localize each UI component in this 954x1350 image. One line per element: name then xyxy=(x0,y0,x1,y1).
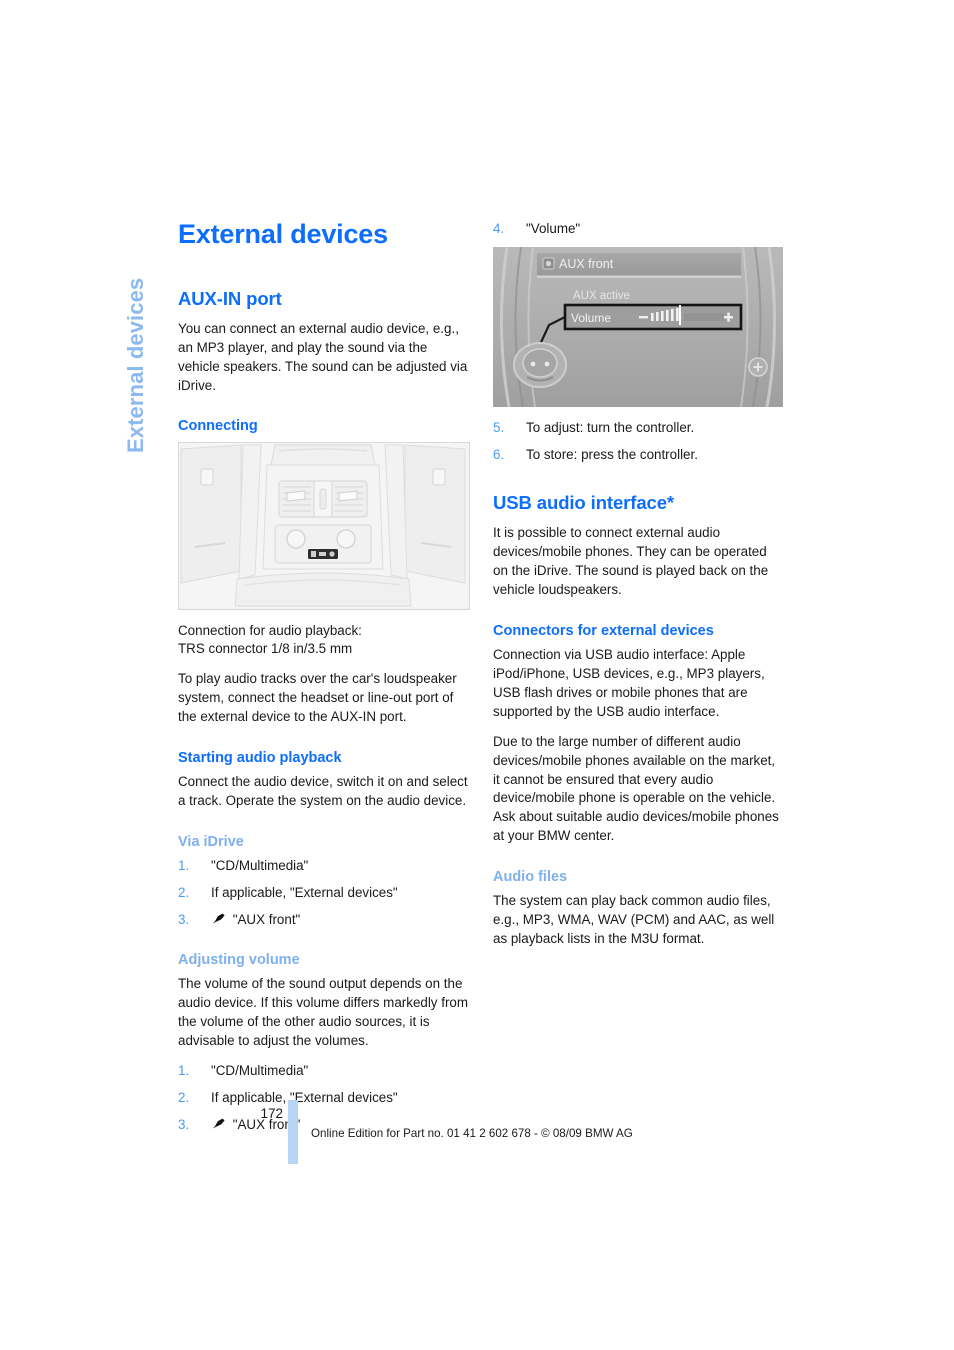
list-item: 3. "AUX front" xyxy=(178,911,470,930)
step-number: 1. xyxy=(178,1063,190,1079)
footer-credit-line: Online Edition for Part no. 01 41 2 602 … xyxy=(311,1127,633,1140)
page-footer: 172 Online Edition for Part no. 01 41 2 … xyxy=(178,1100,818,1164)
list-item: 1. "CD/Multimedia" xyxy=(178,1062,470,1081)
connectors-paragraph-2: Due to the large number of different aud… xyxy=(493,733,779,844)
section-heading-usb-audio-interface: USB audio interface* xyxy=(493,492,674,514)
connectors-paragraph-1: Connection via USB audio interface: Appl… xyxy=(493,647,765,719)
rear-center-console-aux-port-illustration: SAS0042 xyxy=(178,441,470,610)
chapter-tab-label: External devices xyxy=(123,277,148,453)
list-item: 2. If applicable, "External devices" xyxy=(178,884,470,903)
step-text: If applicable, "External devices" xyxy=(211,884,398,900)
step-number: 3. xyxy=(178,911,190,927)
subheading-via-idrive: Via iDrive xyxy=(178,833,244,850)
adjusting-volume-paragraph: The volume of the sound output depends o… xyxy=(178,976,469,1049)
aux-intro-paragraph: You can connect an external audio device… xyxy=(178,320,468,393)
page-title: External devices xyxy=(178,219,388,249)
connecting-paragraph: To play audio tracks over the car's loud… xyxy=(178,671,457,725)
chapter-tab: External devices xyxy=(116,250,156,460)
section-heading-aux-in-port: AUX-IN port xyxy=(178,287,282,309)
idrive-screen-svg: AUX front AUX active Volume xyxy=(493,246,783,407)
left-column: External devices AUX-IN port You can con… xyxy=(178,219,470,1142)
list-item: 5. To adjust: turn the controller. xyxy=(493,419,785,438)
right-column: 4. "Volume" AUX front AUX active Volume … xyxy=(493,220,785,960)
console-illustration-svg xyxy=(179,442,467,607)
plug-icon-svg xyxy=(212,913,225,924)
connection-caption-line-1: Connection for audio playback: xyxy=(178,622,362,638)
plug-icon xyxy=(211,912,226,924)
subheading-connecting: Connecting xyxy=(178,418,258,435)
step-text: "AUX front" xyxy=(232,911,301,927)
audio-files-paragraph: The system can play back common audio fi… xyxy=(493,893,775,946)
subheading-adjusting-volume: Adjusting volume xyxy=(178,952,300,969)
step-number: 4. xyxy=(493,221,505,236)
subheading-starting-audio-playback: Starting audio playback xyxy=(178,750,342,767)
step-number: 2. xyxy=(178,884,190,900)
step-text: To store: press the controller. xyxy=(526,446,698,462)
step-number: 5. xyxy=(493,419,505,435)
list-item: 6. To store: press the controller. xyxy=(493,446,785,465)
svg-text:AUX front: AUX front xyxy=(559,257,614,271)
step-text: "Volume" xyxy=(526,221,581,236)
svg-text:AUX active: AUX active xyxy=(573,290,630,302)
via-idrive-step-list: 1. "CD/Multimedia" 2. If applicable, "Ex… xyxy=(178,857,470,929)
page-number: 172 xyxy=(260,1106,283,1121)
footer-accent-bar xyxy=(288,1100,298,1164)
step-text: "CD/Multimedia" xyxy=(211,1063,309,1079)
steps-5-6-list: 5. To adjust: turn the controller. 6. To… xyxy=(493,419,785,465)
step-number: 6. xyxy=(493,446,505,462)
aux-source-icon xyxy=(542,257,555,270)
list-item: 4. "Volume" xyxy=(493,220,785,239)
svg-text:Volume: Volume xyxy=(571,311,611,325)
list-item: 1. "CD/Multimedia" xyxy=(178,857,470,876)
idrive-aux-volume-screen: AUX front AUX active Volume xyxy=(493,246,783,407)
starting-playback-paragraph: Connect the audio device, switch it on a… xyxy=(178,774,468,809)
step-4-list: 4. "Volume" xyxy=(493,220,785,239)
manual-page: External devices External devices AUX-IN… xyxy=(0,0,954,1350)
connection-caption-line-2: TRS connector 1/8 in/3.5 mm xyxy=(178,641,353,657)
usb-intro-paragraph: It is possible to connect external audio… xyxy=(493,525,769,598)
step-text: "CD/Multimedia" xyxy=(211,858,309,874)
subheading-connectors-for-external-devices: Connectors for external devices xyxy=(493,623,714,640)
subheading-audio-files: Audio files xyxy=(493,869,568,886)
step-text: To adjust: turn the controller. xyxy=(526,419,695,435)
step-number: 1. xyxy=(178,858,190,874)
